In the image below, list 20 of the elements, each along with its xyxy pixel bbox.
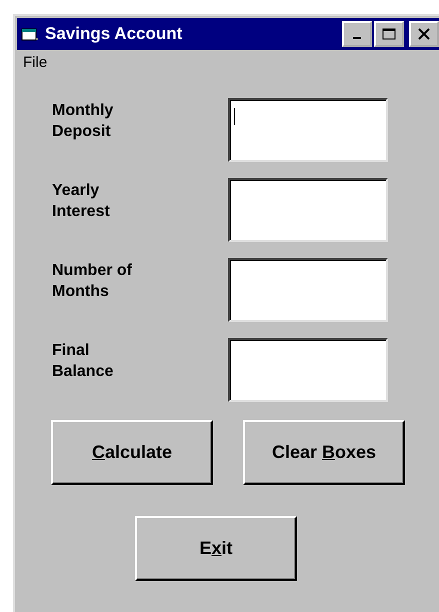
minimize-icon — [353, 37, 361, 39]
maximize-icon — [382, 28, 396, 40]
field-label: Final Balance — [52, 341, 114, 382]
window-title: Savings Account — [45, 24, 184, 44]
input-field[interactable] — [228, 98, 388, 162]
input-field[interactable] — [228, 258, 388, 322]
close-icon — [418, 28, 430, 40]
field-label: Number of Months — [52, 261, 133, 302]
close-button[interactable] — [409, 21, 439, 47]
input-field[interactable] — [228, 178, 388, 242]
clear-button[interactable]: Clear Boxes — [243, 420, 405, 485]
window-icon — [21, 26, 39, 42]
input-field[interactable] — [228, 338, 388, 402]
maximize-button[interactable] — [374, 21, 404, 47]
exit-button[interactable]: Exit — [135, 516, 297, 581]
field-label: Monthly Deposit — [52, 101, 114, 142]
minimize-button[interactable] — [342, 21, 372, 47]
calculate-button[interactable]: Calculate — [51, 420, 213, 485]
menu-item[interactable]: File — [23, 54, 48, 76]
field-label: Yearly Interest — [52, 181, 111, 222]
